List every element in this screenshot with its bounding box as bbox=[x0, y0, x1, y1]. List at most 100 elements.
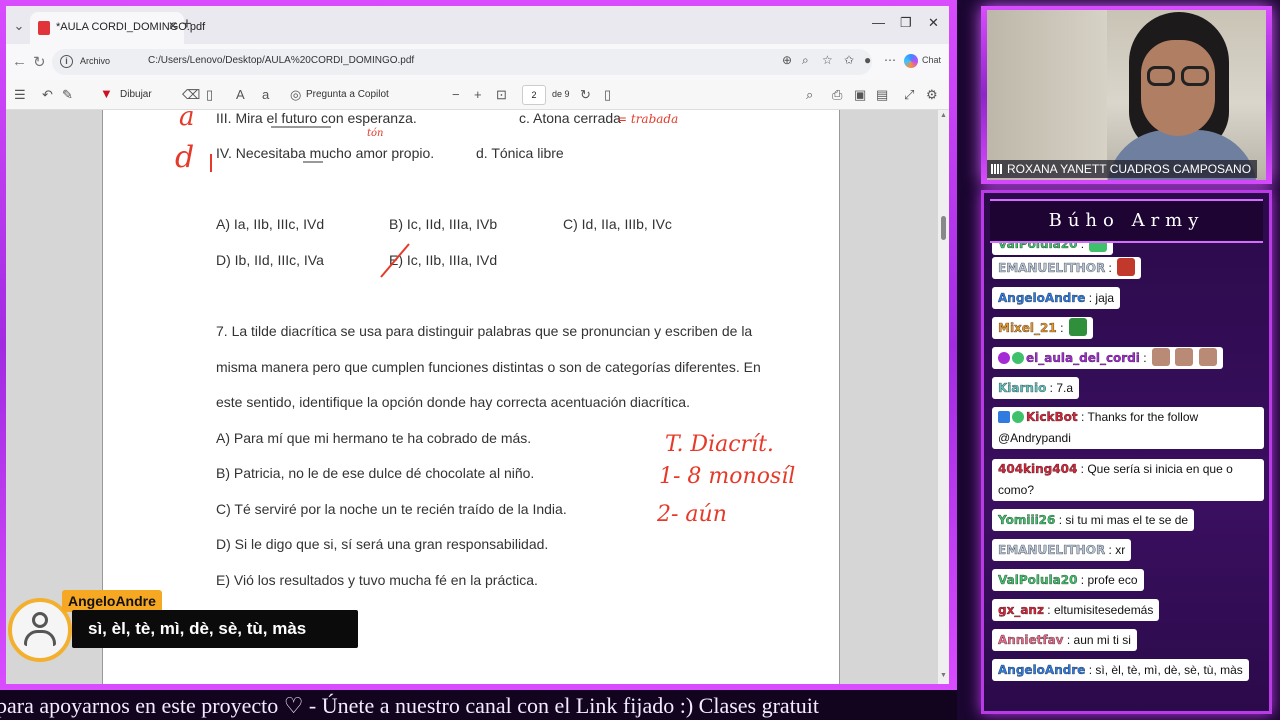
info-icon[interactable]: i bbox=[60, 55, 73, 68]
tab-close-icon[interactable]: ✕ bbox=[168, 19, 178, 33]
webcam-feed: ROXANA YANETT CUADROS CAMPOSANO bbox=[987, 10, 1266, 180]
tab-bar: ⌄ *AULA CORDI_DOMINGO.pdf ✕ + — ❐ ✕ bbox=[6, 6, 949, 44]
chat-username[interactable]: EMANUELITHOR bbox=[998, 543, 1106, 557]
undo-icon[interactable]: ↶ bbox=[42, 87, 53, 103]
chat-username[interactable]: AngeloAndre bbox=[998, 291, 1086, 305]
chat-username[interactable]: Kiarnio bbox=[998, 381, 1047, 395]
save-icon[interactable]: ▣ bbox=[854, 87, 866, 103]
fullscreen-icon[interactable]: ⤢ bbox=[904, 87, 914, 103]
chat-title: Búho Army bbox=[990, 199, 1263, 243]
url-text[interactable]: C:/Users/Lenovo/Desktop/AULA%20CORDI_DOM… bbox=[148, 55, 414, 66]
emote-icon bbox=[1117, 258, 1136, 276]
bot-badge-icon bbox=[998, 411, 1010, 423]
chat-username[interactable]: Annietfav bbox=[998, 633, 1064, 647]
chat-message: Kiarnio : 7.a bbox=[992, 377, 1080, 399]
participant-name-text: ROXANA YANETT CUADROS CAMPOSANO bbox=[1007, 162, 1252, 176]
user-icon-body bbox=[24, 630, 56, 646]
ask-copilot-button[interactable]: Pregunta a Copilot bbox=[306, 89, 389, 100]
chat-username[interactable]: 404king404 bbox=[998, 462, 1078, 476]
pdf-file-icon bbox=[38, 21, 50, 35]
zoom-out-icon[interactable]: − bbox=[452, 87, 460, 102]
fit-page-icon[interactable]: ⊡ bbox=[496, 87, 507, 103]
draw-label: Dibujar bbox=[120, 89, 152, 100]
window-close-icon[interactable]: ✕ bbox=[928, 15, 939, 31]
webcam-glasses-left bbox=[1147, 66, 1175, 86]
browser-window: ⌄ *AULA CORDI_DOMINGO.pdf ✕ + — ❐ ✕ ← ↻ … bbox=[6, 6, 949, 684]
chat-text: si tu mi mas el te se de bbox=[1065, 513, 1189, 527]
vertical-scrollbar[interactable]: ▲ ▼ bbox=[938, 110, 949, 684]
contents-icon[interactable]: ☰ bbox=[14, 87, 26, 103]
chat-text: xr bbox=[1115, 543, 1126, 557]
minimize-icon[interactable]: — bbox=[872, 15, 885, 30]
refresh-icon[interactable]: ↻ bbox=[33, 53, 46, 71]
emote-icon bbox=[1089, 243, 1108, 252]
scroll-thumb[interactable] bbox=[941, 216, 946, 240]
settings-gear-icon[interactable]: ⚙ bbox=[926, 87, 938, 103]
chat-messages[interactable]: ValPolula20 : EMANUELITHOR : AngeloAndre… bbox=[988, 243, 1269, 709]
chat-message: KickBot : Thanks for the follow @Andrypa… bbox=[992, 407, 1264, 449]
stream-sidebar: ROXANA YANETT CUADROS CAMPOSANO Búho Arm… bbox=[957, 0, 1280, 720]
chat-text: jaja bbox=[1095, 291, 1115, 305]
rotate-icon[interactable]: ↻ bbox=[580, 87, 591, 103]
moderator-badge-icon bbox=[998, 352, 1010, 364]
read-aloud-text-icon[interactable]: a bbox=[262, 87, 269, 102]
highlight-icon[interactable]: ✎ bbox=[62, 87, 73, 103]
chat-username[interactable]: gx_anz bbox=[998, 603, 1044, 617]
chat-username[interactable]: el_aula_del_cordi bbox=[1026, 351, 1140, 365]
chat-panel: Búho Army ValPolula20 : EMANUELITHOR : A… bbox=[981, 190, 1272, 714]
chat-message: Annietfav : aun mi ti si bbox=[992, 629, 1137, 651]
webcam-frame: ROXANA YANETT CUADROS CAMPOSANO bbox=[981, 6, 1272, 184]
chat-message: el_aula_del_cordi : bbox=[992, 347, 1223, 369]
zoom-icon[interactable]: ⌕ bbox=[802, 53, 809, 68]
chat-message: Yomiii26 : si tu mi mas el te se de bbox=[992, 509, 1195, 531]
read-aloud-icon[interactable]: ⊕ bbox=[782, 53, 792, 67]
favorites-icon[interactable]: ✩ bbox=[844, 53, 854, 67]
scroll-up-icon[interactable]: ▲ bbox=[940, 112, 947, 119]
chat-text: aun mi ti si bbox=[1073, 633, 1131, 647]
chat-text: 7.a bbox=[1056, 381, 1074, 395]
add-text-icon[interactable]: A bbox=[236, 87, 245, 102]
webcam-glasses-right bbox=[1181, 66, 1209, 86]
maximize-icon[interactable]: ❐ bbox=[900, 15, 912, 31]
emote-icon bbox=[1175, 348, 1194, 366]
more-icon[interactable]: ⋯ bbox=[884, 53, 896, 67]
zoom-in-icon[interactable]: + bbox=[474, 87, 482, 102]
search-icon[interactable]: ⌕ bbox=[806, 87, 813, 103]
address-bar-row: ← ↻ i Archivo C:/Users/Lenovo/Desktop/AU… bbox=[6, 44, 949, 80]
print-icon[interactable]: ⎙ bbox=[832, 87, 842, 103]
chat-text: profe eco bbox=[1087, 573, 1138, 587]
new-tab-icon[interactable]: + bbox=[182, 14, 192, 34]
back-icon[interactable]: ← bbox=[12, 53, 27, 70]
browser-tab[interactable]: *AULA CORDI_DOMINGO.pdf ✕ bbox=[30, 12, 205, 44]
chat-username[interactable]: Mixel_21 bbox=[998, 321, 1057, 335]
chat-username[interactable]: Yomiii26 bbox=[998, 513, 1056, 527]
ticker-bar: para apoyarnos en este proyecto ♡ - Únet… bbox=[0, 690, 957, 720]
webcam-background bbox=[987, 10, 1107, 180]
save-as-icon[interactable]: ▤ bbox=[876, 87, 888, 103]
chat-username[interactable]: AngeloAndre bbox=[998, 663, 1086, 677]
scroll-down-icon[interactable]: ▼ bbox=[940, 672, 947, 679]
overlay-message: sì, èl, tè, mì, dè, sè, tù, màs bbox=[72, 610, 358, 648]
ticker-text: para apoyarnos en este proyecto ♡ - Únet… bbox=[0, 693, 820, 718]
chat-username[interactable]: ValPolula20 bbox=[998, 243, 1078, 251]
draw-pen-icon: ▼ bbox=[100, 86, 113, 101]
copilot-chat-label[interactable]: Chat bbox=[922, 55, 941, 65]
emote-icon bbox=[1198, 348, 1217, 366]
eraser-icon[interactable]: ⌫ bbox=[182, 87, 200, 103]
chat-username[interactable]: EMANUELITHOR bbox=[998, 261, 1106, 275]
chat-username[interactable]: ValPolula20 bbox=[998, 573, 1078, 587]
page-number-input[interactable]: 2 bbox=[522, 85, 546, 105]
chat-message: Mixel_21 : bbox=[992, 317, 1093, 339]
chat-message: AngeloAndre : sì, èl, tè, mì, dè, sè, tù… bbox=[992, 659, 1249, 681]
favorite-star-icon[interactable]: ☆ bbox=[822, 53, 833, 67]
text-box-icon[interactable]: ▯ bbox=[206, 87, 213, 103]
webcam-person-face bbox=[1141, 40, 1215, 136]
page-view-icon[interactable]: ▯ bbox=[604, 87, 611, 103]
profile-icon[interactable]: ● bbox=[864, 53, 871, 67]
copilot-ask-icon[interactable]: ◎ bbox=[290, 87, 301, 103]
chat-message: ValPolula20 : bbox=[992, 243, 1114, 255]
chat-username[interactable]: KickBot bbox=[1026, 410, 1078, 424]
tab-actions-icon[interactable]: ⌄ bbox=[8, 15, 30, 37]
copilot-icon[interactable] bbox=[904, 54, 918, 68]
address-bar[interactable]: i Archivo C:/Users/Lenovo/Desktop/AULA%2… bbox=[52, 49, 872, 75]
